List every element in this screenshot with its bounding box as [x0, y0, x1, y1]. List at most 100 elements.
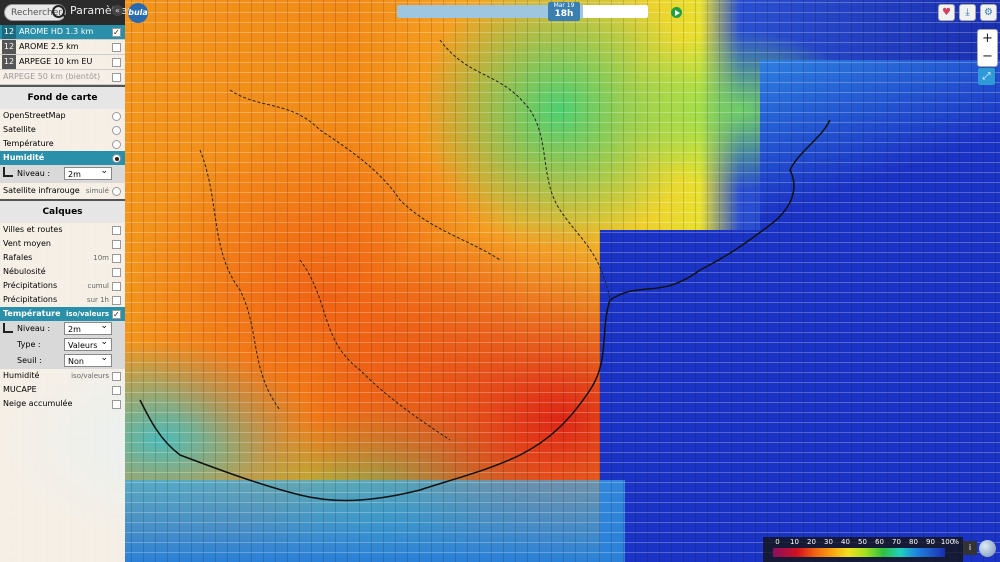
layer-checkbox[interactable] — [112, 254, 121, 263]
temperature-level-select[interactable]: 2m — [64, 320, 112, 335]
heart-icon[interactable]: ♥ — [938, 4, 955, 21]
layer-label: Vent moyen — [3, 239, 51, 248]
layer-cloud-cover[interactable]: Nébulosité — [0, 265, 125, 279]
legend-tick: 80 — [909, 538, 918, 546]
basemap-satellite-ir[interactable]: Satellite infrarouge simulé — [0, 183, 125, 199]
model-label: AROME HD 1.3 km — [19, 27, 94, 36]
globe-icon[interactable] — [979, 540, 996, 557]
layer-label: Précipitations — [3, 281, 58, 290]
settings-icon[interactable]: ⚙ — [980, 4, 997, 21]
layer-note: iso/valeurs — [71, 372, 109, 380]
basemap-radio[interactable] — [112, 112, 121, 121]
top-left-bar: Rechercher Paramètres « — [0, 0, 133, 25]
model-resolution-badge: 12 — [2, 40, 16, 54]
layer-precip-cumul[interactable]: Précipitations cumul — [0, 279, 125, 293]
basemap-label: OpenStreetMap — [3, 111, 66, 120]
time-slider-remaining[interactable] — [583, 5, 648, 18]
basemap-humidity[interactable]: Humidité — [0, 151, 125, 165]
sub-arrow-icon — [3, 323, 13, 333]
model-resolution-badge: 12 — [2, 55, 16, 69]
layer-note: 10m — [93, 254, 109, 262]
legend-tick: 20 — [807, 538, 816, 546]
legend-color-bar — [773, 548, 945, 557]
layer-note: sur 1h — [86, 296, 109, 304]
zoom-in-button[interactable]: + — [978, 30, 997, 48]
temperature-level-row: Niveau : 2m — [0, 320, 125, 337]
coastline-borders — [139, 39, 831, 502]
layer-checkbox[interactable] — [112, 400, 121, 409]
level-label: Niveau : — [17, 169, 51, 178]
layer-temperature[interactable]: Température iso/valeurs — [0, 307, 125, 322]
temperature-type-select[interactable]: Valeurs — [64, 336, 112, 351]
layer-cities-roads[interactable]: Villes et routes — [0, 223, 125, 237]
info-icon[interactable]: i — [963, 541, 977, 555]
legend-unit: % — [952, 538, 959, 546]
model-resolution-badge: 12 — [2, 25, 16, 39]
humidity-legend: 0 10 20 30 40 50 60 70 80 90 100 % — [763, 537, 963, 562]
basemap-radio[interactable] — [112, 140, 121, 149]
layer-checkbox[interactable] — [112, 296, 121, 305]
basemap-label: Satellite — [3, 125, 36, 134]
basemap-radio[interactable] — [112, 154, 121, 163]
model-arpege-50: ARPEGE 50 km (bientôt) — [0, 70, 125, 85]
layer-label: Humidité — [3, 371, 40, 380]
model-checkbox[interactable] — [112, 58, 121, 67]
basemap-level-select[interactable]: 2m — [64, 165, 112, 180]
time-cursor[interactable]: Mar 19 18h — [548, 2, 580, 21]
model-checkbox[interactable] — [112, 26, 121, 40]
layer-note: iso/valeurs — [66, 310, 109, 318]
basemap-radio[interactable] — [112, 187, 121, 196]
basemap-label: Satellite infrarouge — [3, 186, 80, 195]
basemap-label: Température — [3, 139, 54, 148]
search-icon[interactable] — [52, 5, 65, 18]
play-button[interactable] — [671, 7, 682, 18]
temperature-threshold-row: Seuil : Non — [0, 352, 125, 369]
panel-title: Paramètres — [70, 4, 133, 17]
layer-mean-wind[interactable]: Vent moyen — [0, 237, 125, 251]
weather-map[interactable] — [0, 0, 1000, 562]
sub-arrow-icon — [3, 167, 13, 177]
layers-section-title: Calques — [0, 199, 125, 223]
model-checkbox[interactable] — [112, 43, 121, 52]
basemap-radio[interactable] — [112, 126, 121, 135]
legend-tick: 30 — [824, 538, 833, 546]
layer-label: MUCAPE — [3, 385, 37, 394]
layer-precip-1h[interactable]: Précipitations sur 1h — [0, 293, 125, 307]
legend-values: 0 10 20 30 40 50 60 70 80 90 100 — [769, 538, 954, 546]
time-hour: 18h — [554, 9, 574, 19]
level-label: Niveau : — [17, 324, 51, 333]
layer-checkbox[interactable] — [112, 240, 121, 249]
collapse-panel-button[interactable]: « — [112, 5, 123, 16]
layer-mucape[interactable]: MUCAPE — [0, 383, 125, 397]
layer-checkbox[interactable] — [112, 226, 121, 235]
basemap-satellite[interactable]: Satellite — [0, 123, 125, 137]
basemap-osm[interactable]: OpenStreetMap — [0, 109, 125, 123]
model-arome-hd[interactable]: 12 AROME HD 1.3 km — [0, 25, 125, 40]
temperature-threshold-select[interactable]: Non — [64, 352, 112, 367]
layer-checkbox[interactable] — [112, 282, 121, 291]
temperature-type-row: Type : Valeurs — [0, 336, 125, 353]
basemap-note: simulé — [85, 187, 109, 195]
download-icon[interactable]: ⤓ — [959, 4, 976, 21]
layer-checkbox[interactable] — [112, 386, 121, 395]
model-label: ARPEGE 50 km (bientôt) — [3, 72, 101, 81]
legend-tick: 0 — [775, 538, 780, 546]
layer-checkbox[interactable] — [112, 372, 121, 381]
model-arpege-10[interactable]: 12 ARPEGE 10 km EU — [0, 55, 125, 70]
zoom-out-button[interactable]: − — [978, 48, 997, 66]
fullscreen-icon[interactable]: ⤢ — [978, 68, 995, 85]
layer-label: Neige accumulée — [3, 399, 73, 408]
layer-label: Précipitations — [3, 295, 58, 304]
layer-gusts[interactable]: Rafales 10m — [0, 251, 125, 265]
model-checkbox — [112, 73, 121, 82]
threshold-label: Seuil : — [17, 356, 42, 365]
layer-checkbox[interactable] — [112, 268, 121, 277]
layer-checkbox[interactable] — [112, 308, 121, 322]
basemap-temperature[interactable]: Température — [0, 137, 125, 151]
layer-humidity[interactable]: Humidité iso/valeurs — [0, 369, 125, 383]
legend-tick: 70 — [892, 538, 901, 546]
legend-tick: 90 — [926, 538, 935, 546]
model-arome[interactable]: 12 AROME 2.5 km — [0, 40, 125, 55]
layer-label: Villes et routes — [3, 225, 63, 234]
layer-snow[interactable]: Neige accumulée — [0, 397, 125, 411]
